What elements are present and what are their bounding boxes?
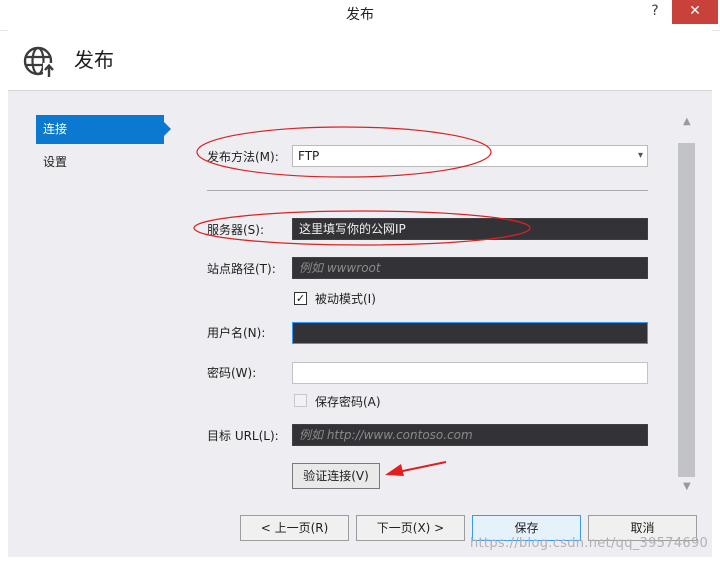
annotation-layer — [193, 126, 531, 476]
annotation-ellipse-server — [193, 210, 531, 246]
annotation-arrow-head — [385, 464, 404, 476]
annotation-ellipse-method — [196, 126, 492, 178]
annotation-arrow-line — [397, 461, 447, 473]
